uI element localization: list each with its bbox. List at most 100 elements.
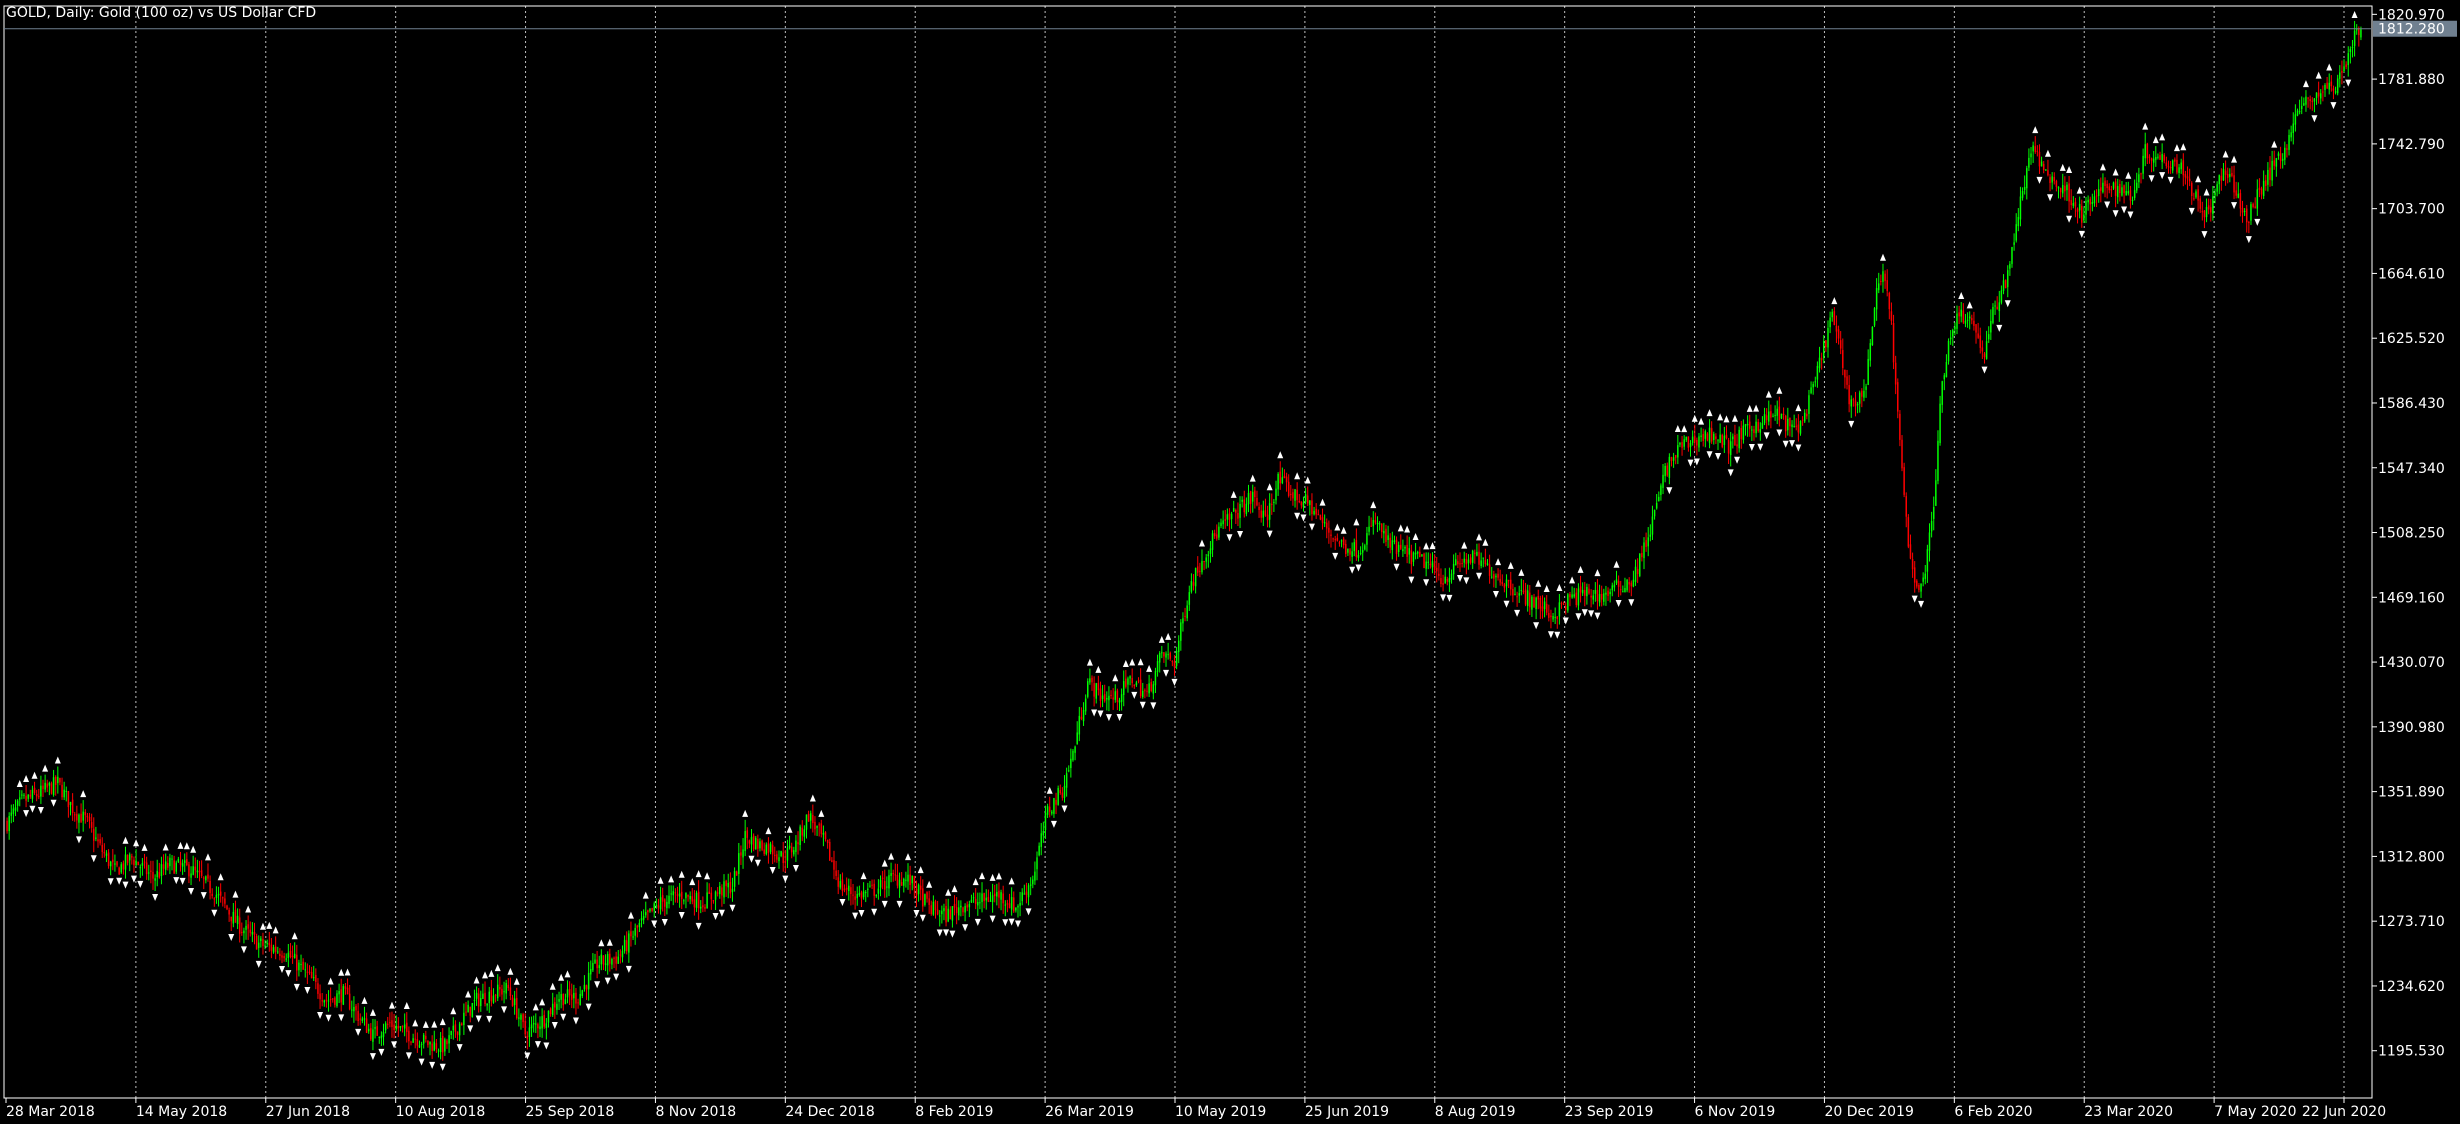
candle-body [1125,678,1127,687]
candle-body [854,896,856,900]
candle-body [1101,695,1104,700]
candle-body [2229,174,2231,177]
candle-body [175,862,177,872]
chart-window[interactable]: 1820.970 1781.880 1742.790 1703.700 1664.610… [0,0,2460,1124]
fractal-down-marker [2311,115,2318,123]
candle-body [2311,100,2314,102]
candle-body [1658,496,1660,502]
time-tick-label: 6 Feb 2020 [1954,1104,2032,1120]
price-tick-label: 1430.070 [2378,655,2445,671]
fractal-down-marker [179,877,186,885]
candle-body [1410,550,1413,565]
fractal-up-marker [1691,414,1698,422]
candle-body [31,789,34,799]
candle-body [674,892,677,894]
candle-body [2267,169,2269,185]
candle-body [1875,288,1878,310]
fractal-up-marker [1429,542,1436,550]
candle-body [2248,222,2250,224]
candle-body [253,932,256,935]
fractal-down-marker [989,915,996,923]
candle-body [1960,309,1962,317]
candle-body [1283,475,1286,478]
fractal-up-marker [122,836,129,844]
fractal-down-marker [524,1052,531,1060]
candle-body [2243,210,2246,212]
candle-body [2133,190,2136,198]
candlestick-chart[interactable]: 1820.9701781.8801742.7901703.7001664.610… [0,0,2460,1124]
fractal-up-marker [1594,569,1601,577]
candle-body [932,901,935,915]
candle-body [1300,501,1303,506]
fractal-down-marker [1025,908,1032,916]
current-price-label: 1812.280 [2378,22,2445,38]
candle-body [2216,184,2218,192]
candle-body [2269,167,2271,180]
candle-body [1287,481,1290,496]
candle-body [1548,613,1550,618]
candle-body [215,894,218,898]
candle-body [649,908,651,912]
candle-body [704,906,706,909]
candle-body [1594,590,1597,594]
candle-body [2186,176,2189,179]
fractal-up-marker [809,794,816,802]
candle-body [2303,103,2305,106]
candle-body [488,991,491,1004]
candle-body [499,986,501,990]
fractal-up-marker [668,875,675,883]
fractal-up-marker [1340,526,1347,534]
candle-body [788,845,791,848]
fractal-down-marker [1440,594,1447,602]
candle-body [1106,698,1108,700]
fractal-down-marker [188,888,195,896]
candle-body [964,906,966,913]
candle-body [1947,340,1950,362]
candle-body [1846,376,1848,385]
candle-body [583,984,586,990]
candle-body [1981,347,1984,352]
fractal-down-marker [1554,631,1561,639]
candle-body [148,872,150,874]
candle-body [1072,750,1074,761]
fractal-up-marker [369,1008,376,1016]
candle-body [1774,414,1776,416]
fractal-up-marker [989,873,996,881]
fractal-down-marker [240,946,247,954]
fractal-down-marker [1446,594,1453,602]
candle-body [340,989,342,1003]
candle-body [833,860,835,870]
candle-body [1408,548,1410,555]
candle-body [160,864,163,877]
candle-body [2036,150,2039,152]
fractal-up-marker [1304,476,1311,484]
candle-body [979,902,981,904]
candle-body [1987,334,1990,340]
candle-body [1808,395,1810,414]
candle-body [164,861,167,870]
candle-body [1772,415,1774,417]
candle-body [277,951,279,953]
candle-body [1958,312,1960,317]
fractal-up-marker [1495,558,1502,566]
candle-body [1827,328,1829,348]
candle-body [171,858,173,860]
candle-body [2343,66,2345,72]
fractal-up-marker [272,926,279,934]
candle-body [1920,583,1922,592]
fractal-up-marker [1731,414,1738,422]
candle-body [1510,579,1512,590]
candle-body [638,922,641,928]
candle-body [1235,509,1237,513]
candle-body [738,853,740,874]
candle-body [539,1026,541,1029]
candle-body [2197,189,2199,201]
fractal-up-marker [291,932,298,940]
fractal-up-marker [338,968,345,976]
candle-body [1397,544,1400,553]
candle-body [2281,158,2284,161]
candle-body [653,903,655,911]
candle-body [2152,158,2155,163]
candle-body [1603,593,1605,602]
candle-body [1192,582,1195,586]
